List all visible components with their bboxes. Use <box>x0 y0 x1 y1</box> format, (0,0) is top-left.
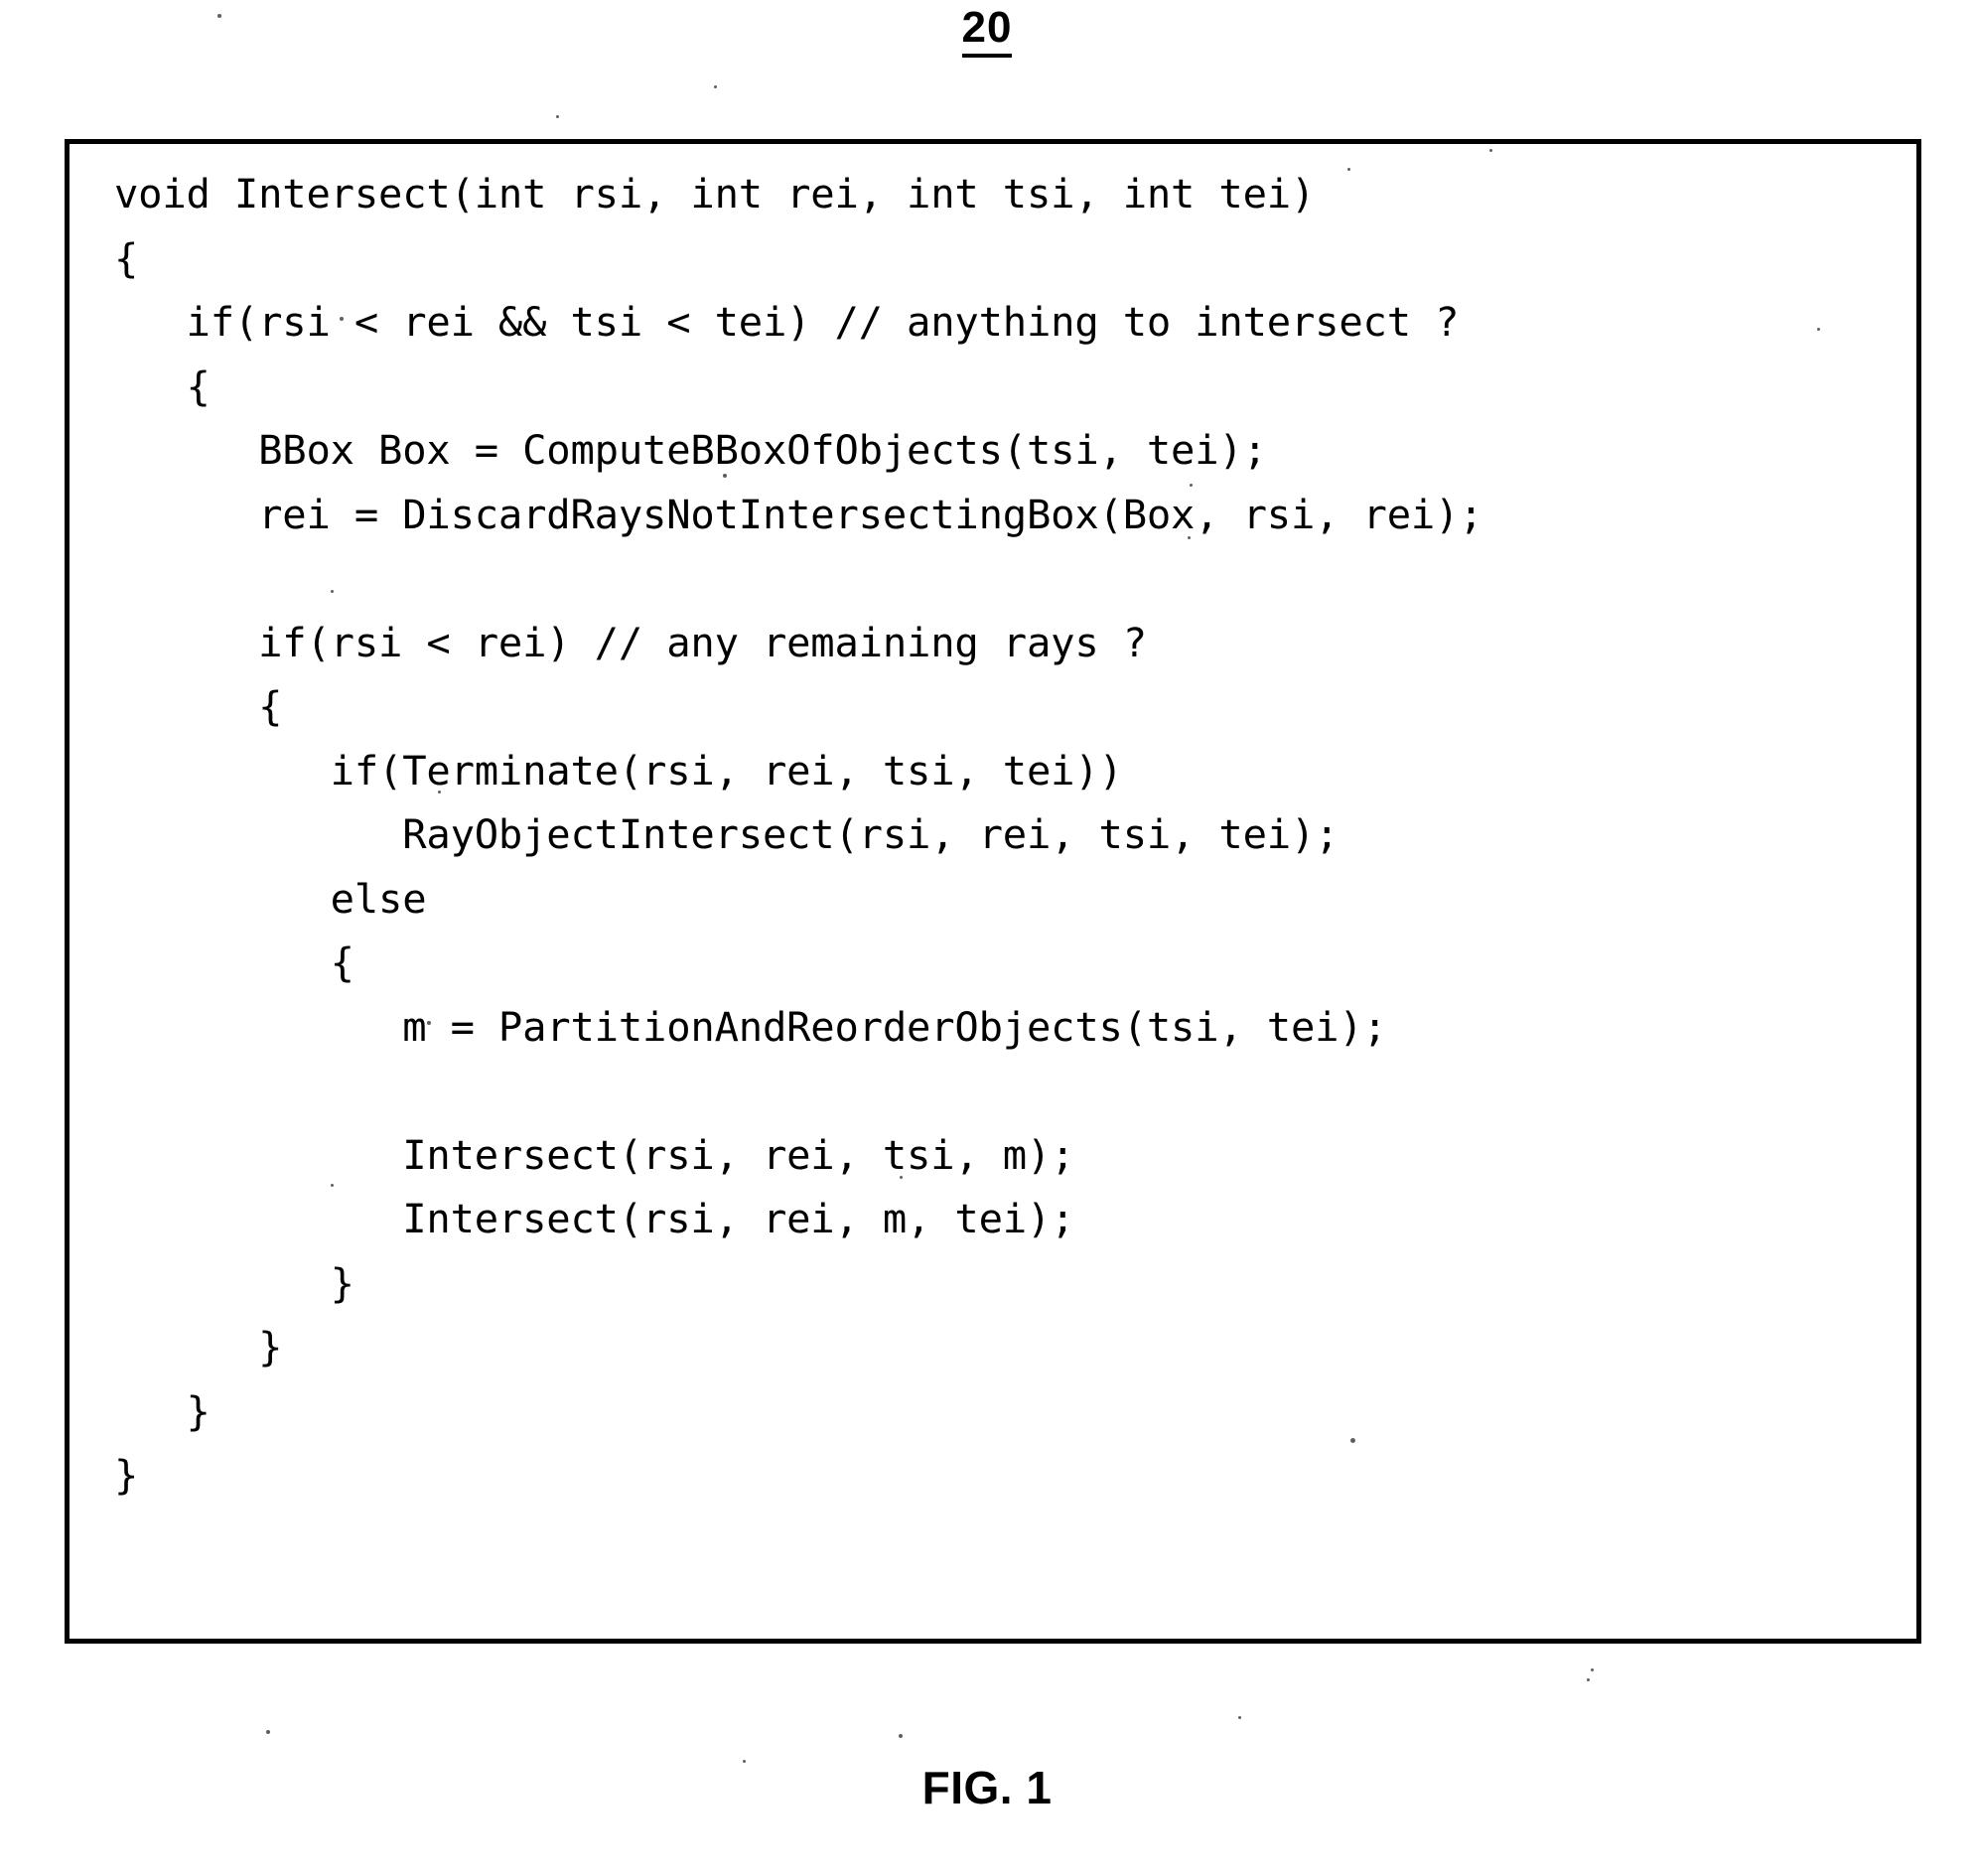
code-line: void Intersect(int rsi, int rei, int tsi… <box>114 170 1316 217</box>
code-line: { <box>114 938 354 986</box>
scan-artifact <box>1238 1716 1241 1719</box>
code-line: if(Terminate(rsi, rei, tsi, tei)) <box>114 746 1123 794</box>
scan-artifact <box>1350 1438 1355 1443</box>
code-line: } <box>114 1258 354 1307</box>
code-line: { <box>114 233 139 282</box>
reference-numeral-value: 20 <box>961 6 1013 58</box>
code-line: m = PartitionAndReorderObjects(tsi, tei)… <box>114 1002 1387 1051</box>
scan-artifact <box>899 1734 903 1738</box>
scan-artifact <box>340 317 344 321</box>
code-line: } <box>114 1451 139 1499</box>
code-line: { <box>114 361 211 410</box>
scan-artifact <box>1347 168 1350 171</box>
scan-artifact <box>714 85 717 88</box>
scan-artifact <box>266 1730 270 1734</box>
code-line: if(rsi < rei && tsi < tei) // anything t… <box>114 298 1460 346</box>
code-line: Intersect(rsi, rei, m, tei); <box>114 1195 1075 1242</box>
code-line: } <box>114 1386 211 1435</box>
code-line: if(rsi < rei) // any remaining rays ? <box>114 618 1147 666</box>
code-listing: void Intersect(int rsi, int rei, int tsi… <box>114 162 1906 1508</box>
code-line: } <box>114 1323 283 1371</box>
scan-artifact <box>438 791 441 794</box>
scan-artifact <box>743 1760 746 1763</box>
scan-artifact <box>427 1021 431 1025</box>
scan-artifact <box>1817 328 1820 331</box>
scan-artifact <box>217 14 221 18</box>
code-line: else <box>114 874 427 923</box>
scan-artifact <box>331 1184 334 1187</box>
scan-artifact <box>1190 484 1193 487</box>
scan-artifact <box>556 115 559 118</box>
figure-caption: FIG. 1 <box>921 1762 1053 1813</box>
code-line: Intersect(rsi, rei, tsi, m); <box>114 1130 1075 1179</box>
scan-artifact <box>331 590 334 593</box>
scan-artifact <box>900 1176 903 1179</box>
reference-numeral: 20 <box>0 6 1974 58</box>
code-line: BBox Box = ComputeBBoxOfObjects(tsi, tei… <box>114 426 1267 474</box>
scan-artifact <box>1489 149 1492 152</box>
scan-artifact <box>1591 1668 1594 1671</box>
code-line: rei = DiscardRaysNotIntersectingBox(Box,… <box>114 490 1483 538</box>
scan-artifact <box>1587 1678 1590 1681</box>
code-line: { <box>114 682 283 730</box>
scan-artifact <box>723 474 727 478</box>
code-listing-box: void Intersect(int rsi, int rei, int tsi… <box>65 139 1921 1644</box>
scan-artifact <box>1188 536 1191 539</box>
code-line: RayObjectIntersect(rsi, rei, tsi, tei); <box>114 810 1340 858</box>
